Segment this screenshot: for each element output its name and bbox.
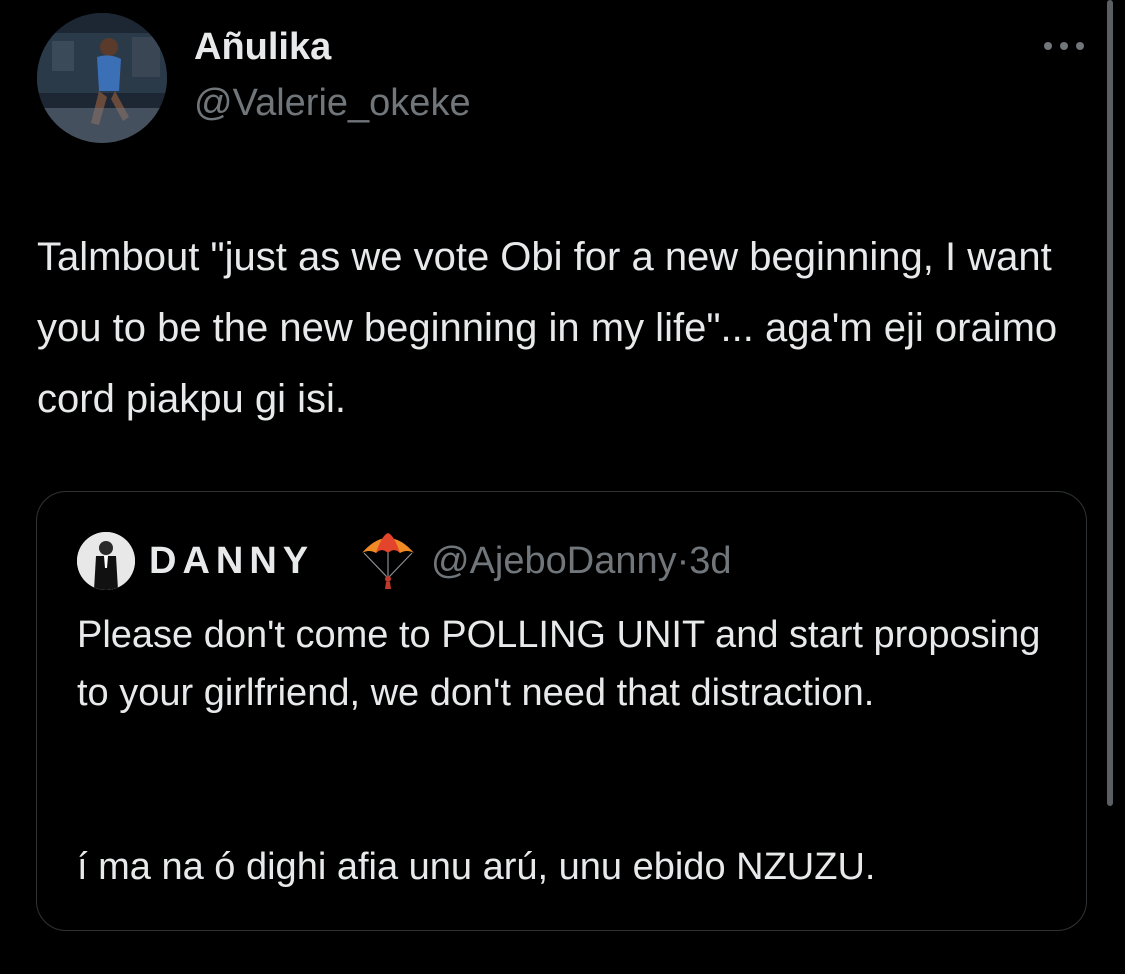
quoted-author-meta: @AjeboDanny·3d (431, 537, 732, 585)
author-avatar[interactable] (37, 13, 167, 143)
parachute-icon (362, 533, 414, 589)
more-horizontal-icon (1044, 42, 1084, 50)
author-display-name[interactable]: Añulika (194, 22, 331, 72)
scrollbar-thumb[interactable] (1107, 0, 1113, 806)
quoted-tweet-text-2: í ma na ó dighi afia unu arú, unu ebido … (77, 846, 876, 888)
more-options-button[interactable] (1040, 34, 1088, 58)
quoted-tweet-time[interactable]: 3d (689, 540, 731, 582)
quoted-tweet-card[interactable]: DANNY @AjeboDanny·3d Please don't come t… (36, 491, 1087, 931)
avatar-photo-icon (77, 532, 135, 590)
tweet-text: Talmbout "just as we vote Obi for a new … (37, 235, 1058, 421)
meta-separator: · (676, 540, 690, 582)
scrollbar[interactable] (1105, 0, 1116, 974)
avatar-photo-icon (37, 13, 167, 143)
quoted-author-display-name[interactable]: DANNY (149, 537, 314, 585)
author-handle[interactable]: @Valerie_okeke (194, 78, 471, 128)
quoted-author-avatar[interactable] (77, 532, 135, 590)
quoted-tweet-text: Please don't come to POLLING UNIT and st… (77, 614, 1041, 714)
quoted-author-handle[interactable]: @AjeboDanny (431, 540, 677, 582)
